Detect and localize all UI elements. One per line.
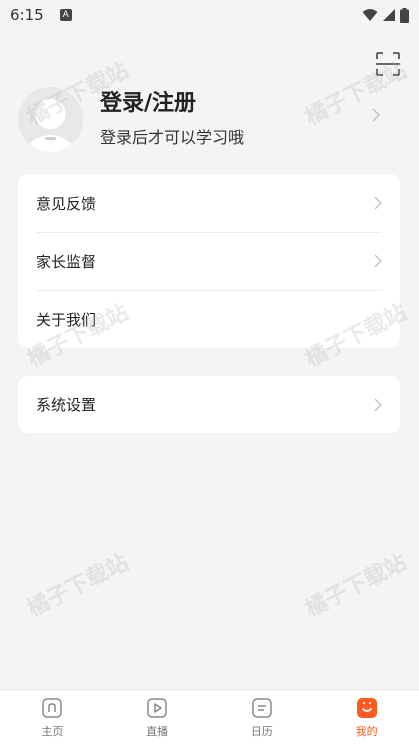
- tab-home[interactable]: 主页: [0, 690, 105, 746]
- menu-item-system-settings[interactable]: 系统设置: [18, 376, 400, 433]
- menu-card-settings: 系统设置: [18, 376, 400, 433]
- tab-mine[interactable]: 我的: [314, 690, 419, 746]
- status-time: 6:15: [10, 6, 44, 24]
- battery-icon: [400, 7, 409, 23]
- wifi-icon: [362, 9, 378, 21]
- tab-live[interactable]: 直播: [105, 690, 210, 746]
- play-icon: [147, 698, 167, 718]
- menu-item-label: 关于我们: [36, 310, 97, 329]
- tab-label: 日历: [250, 725, 273, 738]
- menu-item-label: 意见反馈: [36, 194, 97, 213]
- chevron-right-icon: [374, 397, 382, 412]
- home-icon: [42, 698, 63, 718]
- tab-label: 我的: [355, 725, 378, 738]
- scan-button[interactable]: [375, 51, 401, 77]
- tab-label: 主页: [41, 725, 64, 738]
- profile-icon: [356, 698, 377, 718]
- menu-item-about-us[interactable]: 关于我们: [18, 290, 400, 348]
- chevron-right-icon: [372, 108, 380, 122]
- status-bar: 6:15 A: [0, 0, 419, 30]
- menu-card-main: 意见反馈 家长监督 关于我们: [18, 174, 400, 348]
- default-avatar-icon: [18, 86, 83, 152]
- signal-icon: [383, 9, 395, 21]
- watermark-text: 橘子下载站: [301, 550, 411, 623]
- menu-item-parental-supervision[interactable]: 家长监督: [18, 232, 400, 290]
- chevron-right-icon: [374, 196, 382, 210]
- tab-calendar[interactable]: 日历: [210, 690, 315, 746]
- menu-item-label: 系统设置: [36, 396, 97, 414]
- avatar[interactable]: [18, 86, 83, 152]
- bottom-tab-bar: 主页 直播 日历 我的: [0, 689, 419, 746]
- login-profile-row[interactable]: 登录/注册 登录后才可以学习哦: [18, 84, 390, 154]
- notification-a-icon: A: [59, 9, 72, 21]
- login-register-title[interactable]: 登录/注册: [100, 89, 244, 119]
- status-indicators: [362, 7, 409, 23]
- calendar-icon: [252, 698, 272, 718]
- watermark-text: 橘子下载站: [23, 550, 133, 623]
- chevron-right-icon: [374, 254, 382, 268]
- menu-item-label: 家长监督: [36, 252, 97, 271]
- scan-icon: [376, 52, 400, 76]
- login-hint-text: 登录后才可以学习哦: [100, 128, 245, 147]
- menu-item-feedback[interactable]: 意见反馈: [18, 174, 400, 232]
- tab-label: 直播: [146, 725, 169, 738]
